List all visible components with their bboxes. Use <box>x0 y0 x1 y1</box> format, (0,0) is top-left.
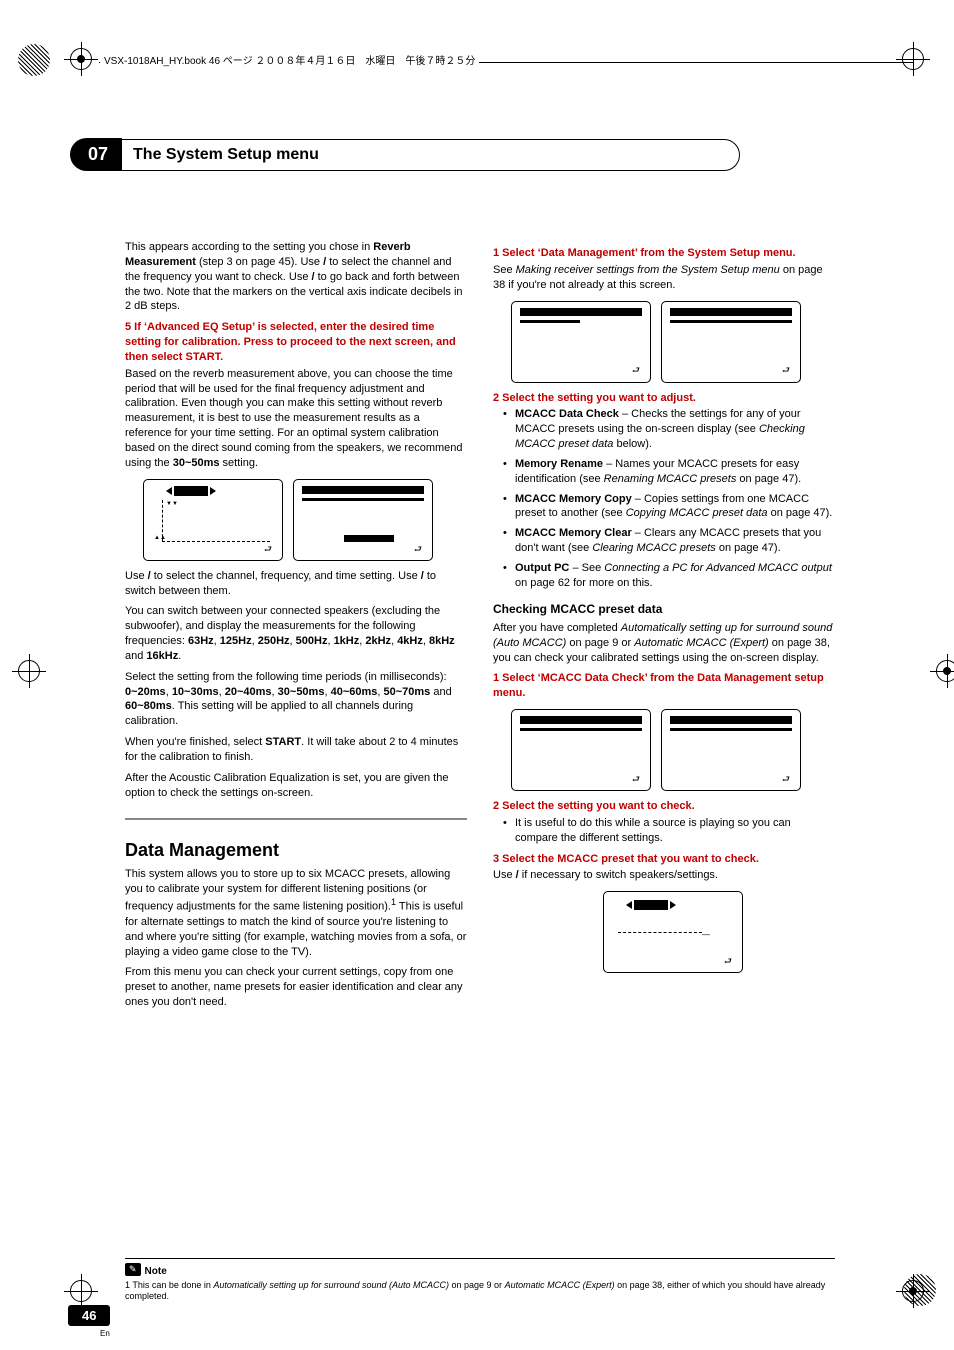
list-item: It is useful to do this while a source i… <box>503 816 835 846</box>
body-text: You can switch between your connected sp… <box>125 604 467 663</box>
section-heading: Data Management <box>125 838 467 862</box>
return-icon: ⮐ <box>782 773 790 785</box>
figure-screens: ⮐ ⮐ <box>511 301 835 383</box>
body-text: This system allows you to store up to si… <box>125 867 467 960</box>
footnote-text: 1 This can be done in Automatically sett… <box>125 1280 835 1303</box>
body-text: From this menu you can check your curren… <box>125 965 467 1010</box>
return-icon: ⮐ <box>782 364 790 376</box>
osd-screen: ⮐ <box>661 709 801 791</box>
page-language: En <box>100 1329 110 1338</box>
note-label: Note <box>145 1266 167 1277</box>
body-text: After you have completed Automatically s… <box>493 621 835 666</box>
list-item: MCACC Memory Copy – Copies settings from… <box>503 492 835 522</box>
left-column: This appears according to the setting yo… <box>125 240 467 1016</box>
step-heading: 5 If ‘Advanced EQ Setup’ is selected, en… <box>125 320 467 365</box>
return-icon: ⮐ <box>264 543 272 555</box>
right-column: 1 Select ‘Data Management’ from the Syst… <box>493 240 835 1016</box>
figure-screens: ⮐ ⮐ <box>511 709 835 791</box>
osd-screen: ⮐ <box>661 301 801 383</box>
return-icon: ⮐ <box>632 773 640 785</box>
body-text: Based on the reverb measurement above, y… <box>125 367 467 471</box>
body-text: When you're finished, select START. It w… <box>125 735 467 765</box>
return-icon: ⮐ <box>414 543 422 555</box>
list-item: MCACC Data Check – Checks the settings f… <box>503 407 835 452</box>
step-heading: 2 Select the setting you want to check. <box>493 799 835 814</box>
list-item: Memory Rename – Names your MCACC presets… <box>503 457 835 487</box>
step-heading: 1 Select ‘Data Management’ from the Syst… <box>493 246 835 261</box>
list-item: Output PC – See Connecting a PC for Adva… <box>503 561 835 591</box>
step-heading: 1 Select ‘MCACC Data Check’ from the Dat… <box>493 671 835 701</box>
return-icon: ⮐ <box>632 364 640 376</box>
body-text: This appears according to the setting yo… <box>125 240 467 314</box>
bullet-list: MCACC Data Check – Checks the settings f… <box>503 407 835 590</box>
body-text: Select the setting from the following ti… <box>125 670 467 729</box>
return-icon: ⮐ <box>724 955 732 967</box>
bullet-list: It is useful to do this while a source i… <box>503 816 835 846</box>
step-heading: 3 Select the MCACC preset that you want … <box>493 852 835 867</box>
body-text: Use / to select the channel, frequency, … <box>125 569 467 599</box>
step-heading: 2 Select the setting you want to adjust. <box>493 391 835 406</box>
crop-ornament <box>18 44 50 76</box>
section-rule <box>125 818 467 820</box>
page-number: 46 <box>68 1305 110 1326</box>
header-filename: VSX-1018AH_HY.book 46 ページ ２００８年４月１６日 水曜日… <box>100 52 479 67</box>
chapter-header: 07 The System Setup menu <box>70 138 740 171</box>
subsection-heading: Checking MCACC preset data <box>493 601 835 617</box>
list-item: MCACC Memory Clear – Clears any MCACC pr… <box>503 526 835 556</box>
osd-screen: ⮐ <box>511 301 651 383</box>
figure-screens: — ⮐ <box>511 891 835 973</box>
osd-screen: ⮐ <box>293 479 433 561</box>
osd-screen: ▼▼ ▲▲ ⮐ <box>143 479 283 561</box>
content-area: This appears according to the setting yo… <box>125 240 835 1016</box>
osd-screen: — ⮐ <box>603 891 743 973</box>
page: VSX-1018AH_HY.book 46 ページ ２００８年４月１６日 水曜日… <box>0 0 954 1350</box>
osd-screen: ⮐ <box>511 709 651 791</box>
chapter-number: 07 <box>70 138 122 171</box>
chapter-title: The System Setup menu <box>114 139 740 171</box>
body-text: After the Acoustic Calibration Equalizat… <box>125 771 467 801</box>
footnote-block: ✎ Note 1 This can be done in Automaticall… <box>125 1250 835 1303</box>
body-text: Use / if necessary to switch speakers/se… <box>493 868 835 883</box>
body-text: See Making receiver settings from the Sy… <box>493 263 835 293</box>
note-icon: ✎ <box>125 1263 141 1276</box>
figure-screens: ▼▼ ▲▲ ⮐ ⮐ <box>143 479 467 561</box>
